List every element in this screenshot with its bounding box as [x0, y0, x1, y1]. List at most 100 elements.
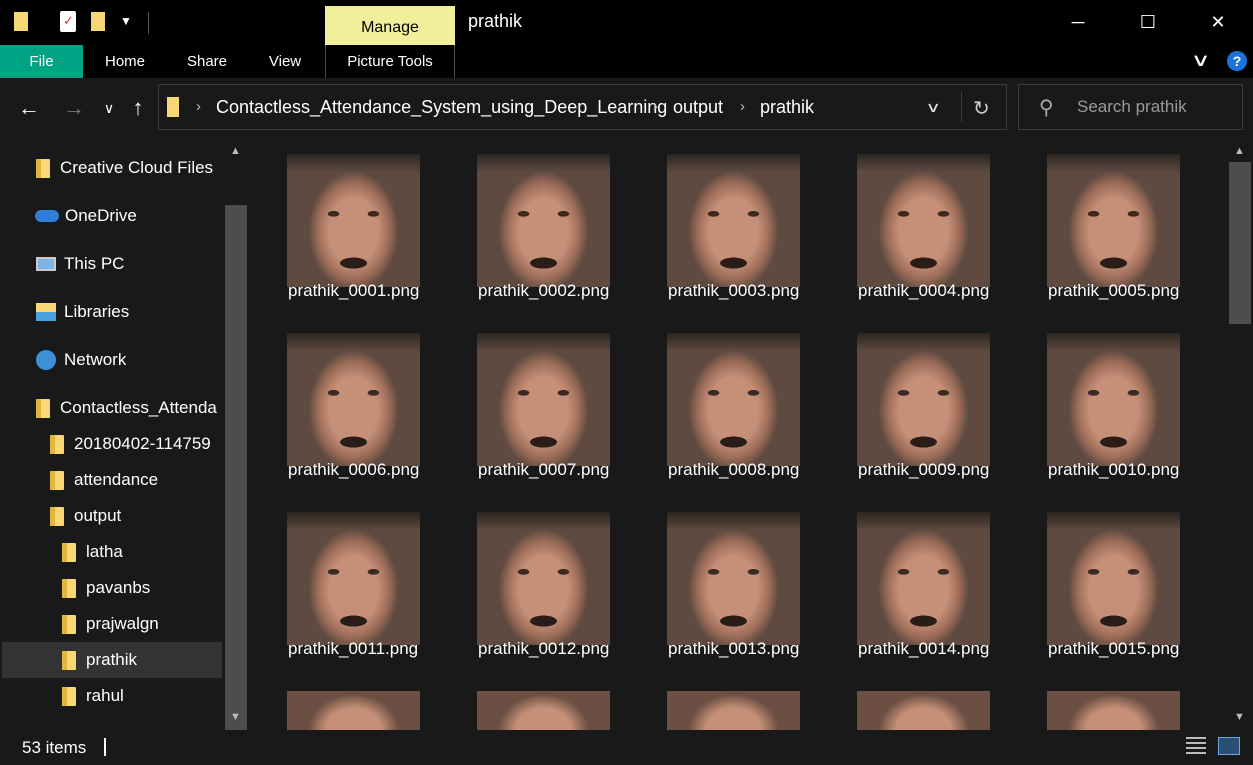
- file-tile[interactable]: prathik_0002.png: [440, 138, 620, 318]
- file-tile[interactable]: prathik_0001.png: [250, 138, 430, 318]
- recent-locations-chevron-icon[interactable]: ∨: [99, 92, 119, 124]
- sidebar-item-attendance[interactable]: attendance: [50, 462, 158, 498]
- file-tile[interactable]: prathik_0009.png: [820, 317, 1000, 497]
- tab-view[interactable]: View: [250, 45, 320, 78]
- content-scroll-up-icon[interactable]: ▲: [1234, 145, 1245, 157]
- quick-access-folder-icon[interactable]: [14, 12, 28, 31]
- sidebar-item-label: pavanbs: [86, 578, 151, 597]
- face-thumbnail: [1047, 333, 1180, 466]
- face-thumbnail-partial[interactable]: [477, 691, 610, 730]
- customize-toolbar-icon[interactable]: ▼: [120, 14, 132, 28]
- properties-icon[interactable]: ✓: [60, 11, 76, 32]
- content-scrollbar-thumb[interactable]: [1229, 162, 1251, 324]
- status-divider: [104, 738, 106, 756]
- breadcrumb-separator-icon[interactable]: ›: [740, 98, 745, 115]
- content-scroll-down-icon[interactable]: ▼: [1234, 711, 1245, 723]
- face-thumbnail-partial[interactable]: [287, 691, 420, 730]
- file-name: prathik_0012.png: [478, 639, 610, 658]
- sidebar-item-libraries[interactable]: Libraries: [36, 294, 129, 330]
- file-tile[interactable]: prathik_0014.png: [820, 496, 1000, 676]
- help-icon[interactable]: ?: [1227, 51, 1247, 71]
- search-box[interactable]: ⚲: [1018, 84, 1243, 130]
- file-name: prathik_0001.png: [288, 281, 420, 300]
- status-bar: [0, 730, 1253, 765]
- minimize-button[interactable]: ─: [1043, 0, 1113, 45]
- details-view-icon[interactable]: [1186, 737, 1206, 755]
- manage-tab-label: Manage: [361, 18, 419, 36]
- tab-picture-tools[interactable]: Picture Tools: [325, 45, 455, 78]
- file-name: prathik_0009.png: [858, 460, 990, 479]
- sidebar-item-label: Network: [64, 350, 127, 369]
- file-name: prathik_0007.png: [478, 460, 610, 479]
- breadcrumb-output[interactable]: output: [673, 97, 723, 118]
- chevron-down-icon[interactable]: ∨: [1191, 50, 1211, 71]
- nav-scrollbar-thumb[interactable]: [225, 205, 247, 733]
- sidebar-item-contactless-attenda[interactable]: Contactless_Attenda: [36, 390, 217, 426]
- face-thumbnail-partial[interactable]: [1047, 691, 1180, 730]
- face-thumbnail: [857, 154, 990, 287]
- nav-scroll-up-icon[interactable]: ▲: [230, 145, 241, 157]
- folder-icon: [62, 686, 76, 706]
- sidebar-item-prajwalgn[interactable]: prajwalgn: [62, 606, 159, 642]
- folder-icon: [62, 542, 76, 562]
- face-thumbnail: [667, 154, 800, 287]
- sidebar-item-this-pc[interactable]: This PC: [36, 246, 124, 282]
- file-tile[interactable]: prathik_0012.png: [440, 496, 620, 676]
- libraries-icon: [36, 303, 56, 321]
- breadcrumb-separator-icon[interactable]: ›: [196, 98, 201, 115]
- address-dropdown-icon[interactable]: ∨: [925, 99, 940, 116]
- file-tile[interactable]: prathik_0013.png: [630, 496, 810, 676]
- maximize-button[interactable]: ☐: [1113, 0, 1183, 45]
- sidebar-item-creative-cloud-files[interactable]: Creative Cloud Files: [36, 150, 213, 186]
- face-thumbnail-partial[interactable]: [857, 691, 990, 730]
- large-icons-view-icon[interactable]: [1218, 737, 1240, 755]
- file-tile[interactable]: prathik_0004.png: [820, 138, 1000, 318]
- sidebar-item-rahul[interactable]: rahul: [62, 678, 124, 714]
- face-thumbnail: [1047, 512, 1180, 645]
- file-tile[interactable]: prathik_0003.png: [630, 138, 810, 318]
- file-tile[interactable]: prathik_0007.png: [440, 317, 620, 497]
- nav-scroll-down-icon[interactable]: ▼: [230, 711, 241, 723]
- sidebar-item-prathik[interactable]: prathik: [2, 642, 222, 678]
- window-title: prathik: [468, 11, 523, 31]
- manage-tab[interactable]: Manage: [325, 6, 455, 45]
- sidebar-item-label: prathik: [86, 650, 138, 669]
- face-thumbnail: [477, 154, 610, 287]
- refresh-icon[interactable]: ↻: [973, 96, 990, 121]
- sidebar-item-latha[interactable]: latha: [62, 534, 123, 570]
- breadcrumb-prathik[interactable]: prathik: [760, 97, 814, 118]
- file-tile[interactable]: prathik_0011.png: [250, 496, 430, 676]
- sidebar-item-label: prajwalgn: [86, 614, 159, 633]
- face-thumbnail: [477, 333, 610, 466]
- file-tile[interactable]: prathik_0015.png: [1010, 496, 1190, 676]
- tab-file[interactable]: File: [0, 45, 83, 78]
- close-button[interactable]: ✕: [1183, 0, 1253, 45]
- file-tile[interactable]: prathik_0006.png: [250, 317, 430, 497]
- file-name: prathik_0013.png: [668, 639, 800, 658]
- folder-icon: [36, 398, 50, 418]
- tab-share[interactable]: Share: [172, 45, 242, 78]
- face-thumbnail-partial[interactable]: [667, 691, 800, 730]
- breadcrumb-project[interactable]: Contactless_Attendance_System_using_Deep…: [216, 97, 667, 118]
- file-tile[interactable]: prathik_0005.png: [1010, 138, 1190, 318]
- tab-home[interactable]: Home: [90, 45, 160, 78]
- folder-icon: [62, 650, 76, 670]
- sidebar-item-onedrive[interactable]: OneDrive: [35, 198, 137, 234]
- onedrive-icon: [35, 210, 59, 222]
- breadcrumb-separator-icon[interactable]: ›: [653, 98, 658, 115]
- face-thumbnail: [667, 512, 800, 645]
- forward-arrow-icon[interactable]: →: [59, 92, 89, 124]
- search-input[interactable]: [1077, 97, 1227, 117]
- sidebar-item-20180402-114759[interactable]: 20180402-114759: [50, 426, 211, 462]
- sidebar-item-network[interactable]: Network: [36, 342, 126, 378]
- minimize-icon: ─: [1071, 12, 1085, 32]
- face-thumbnail: [857, 512, 990, 645]
- sidebar-item-label: attendance: [74, 470, 159, 489]
- sidebar-item-pavanbs[interactable]: pavanbs: [62, 570, 150, 606]
- file-tile[interactable]: prathik_0010.png: [1010, 317, 1190, 497]
- file-tile[interactable]: prathik_0008.png: [630, 317, 810, 497]
- back-arrow-icon[interactable]: ←: [14, 92, 44, 124]
- up-arrow-icon[interactable]: ↑: [125, 92, 151, 124]
- new-folder-icon[interactable]: [91, 12, 105, 31]
- sidebar-item-output[interactable]: output: [50, 498, 121, 534]
